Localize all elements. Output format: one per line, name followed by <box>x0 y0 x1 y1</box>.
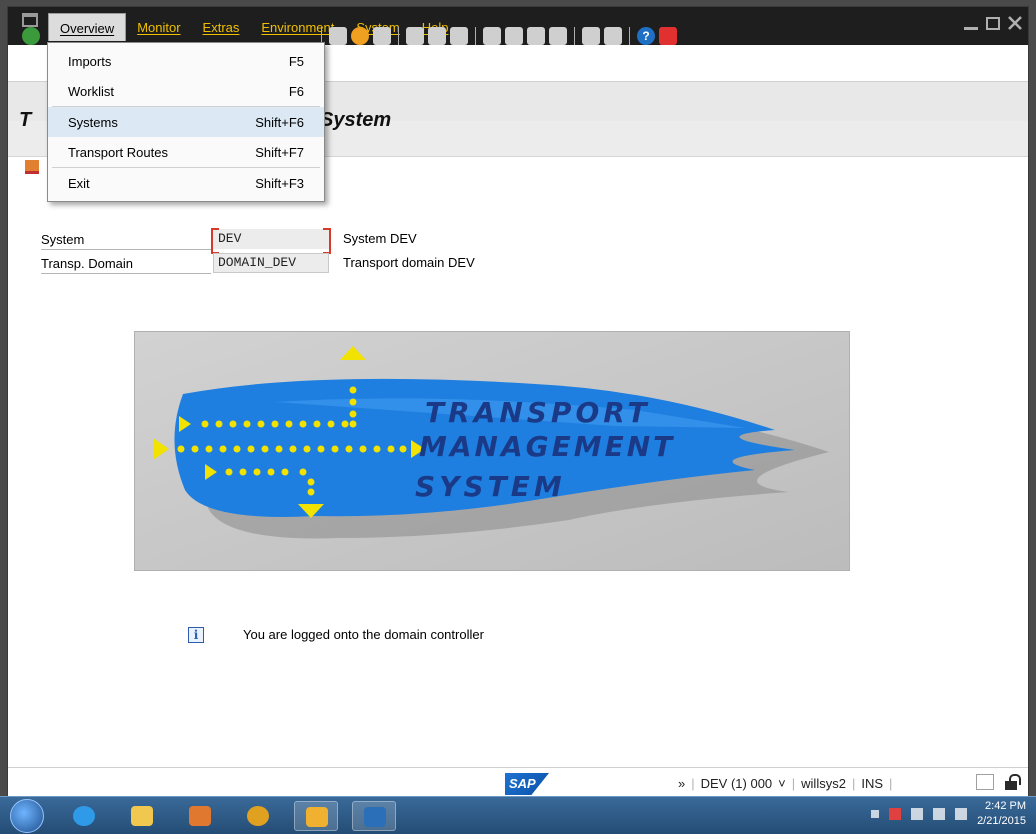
restore-icon[interactable] <box>986 15 1000 31</box>
session-dropdown-icon[interactable]: ˅ <box>778 776 786 791</box>
tray-flag-icon[interactable] <box>889 808 902 820</box>
print-icon[interactable] <box>406 27 424 45</box>
domain-row: Transp. Domain DOMAIN_DEV Transport doma… <box>41 253 501 275</box>
layout-icon[interactable] <box>976 774 994 790</box>
tray-signal-icon[interactable] <box>933 808 946 820</box>
tms-graphic: TRANSPORT MANAGEMENT SYSTEM <box>135 332 849 570</box>
banner-line1: TRANSPORT <box>425 396 651 429</box>
input-mode[interactable]: INS <box>861 776 883 791</box>
overview-menu: Imports F5 Worklist F6 Systems Shift+F6 … <box>47 42 325 202</box>
tray-volume-icon[interactable] <box>955 808 968 820</box>
transport-icon[interactable] <box>25 160 39 174</box>
lock-icon[interactable] <box>1004 774 1021 790</box>
tray-arrow-icon[interactable] <box>871 810 880 818</box>
clock-date: 2/21/2015 <box>977 815 1026 827</box>
enter-icon[interactable] <box>22 27 40 45</box>
banner-line3: SYSTEM <box>415 470 566 503</box>
info-icon: i <box>188 627 204 643</box>
menu-monitor[interactable]: Monitor <box>126 13 191 41</box>
exit-icon[interactable] <box>351 27 369 45</box>
minimize-icon[interactable] <box>964 15 978 31</box>
start-button[interactable] <box>10 799 44 833</box>
domain-field[interactable]: DOMAIN_DEV <box>213 253 329 273</box>
taskbar-ie[interactable] <box>62 801 106 831</box>
status-bar: SAP » | DEV (1) 000 ˅ | willsys2 | INS | <box>8 767 1028 797</box>
domain-description: Transport domain DEV <box>343 255 475 270</box>
system-label: System <box>41 232 211 250</box>
system-info: » | DEV (1) 000 ˅ | willsys2 | INS | <box>678 776 893 791</box>
system-description: System DEV <box>343 231 417 246</box>
last-page-icon[interactable] <box>549 27 567 45</box>
toolbar-icons: ? <box>318 27 677 45</box>
windows-taskbar: 2:42 PM 2/21/2015 <box>0 796 1036 834</box>
menu-item-worklist[interactable]: Worklist F6 <box>48 76 324 106</box>
app-menu-icon[interactable] <box>22 13 38 27</box>
taskbar-sap-logon[interactable] <box>294 801 338 831</box>
system-tray: 2:42 PM 2/21/2015 <box>871 799 1026 829</box>
menu-extras[interactable]: Extras <box>192 13 251 41</box>
banner-line2: MANAGEMENT <box>419 430 675 463</box>
taskbar-outlook[interactable] <box>178 801 222 831</box>
info-message: You are logged onto the domain controlle… <box>243 627 484 642</box>
find-icon[interactable] <box>428 27 446 45</box>
title-prefix: T <box>19 109 32 131</box>
help-icon[interactable]: ? <box>637 27 655 45</box>
taskbar-sap-gui[interactable] <box>352 801 396 831</box>
clock-time: 2:42 PM <box>985 800 1026 812</box>
cancel-icon[interactable] <box>373 27 391 45</box>
tms-banner-image: TRANSPORT MANAGEMENT SYSTEM <box>134 331 850 571</box>
find-next-icon[interactable] <box>450 27 468 45</box>
customize-layout-icon[interactable] <box>659 27 677 45</box>
close-icon[interactable] <box>1008 15 1022 31</box>
taskbar-chrome[interactable] <box>236 801 280 831</box>
menu-overview[interactable]: Overview <box>48 13 127 41</box>
menu-item-exit[interactable]: Exit Shift+F3 <box>48 168 324 198</box>
next-page-icon[interactable] <box>527 27 545 45</box>
taskbar-clock[interactable]: 2:42 PM 2/21/2015 <box>977 799 1026 829</box>
tray-network-icon[interactable] <box>911 808 924 820</box>
menu-item-imports[interactable]: Imports F5 <box>48 46 324 76</box>
page-title: System <box>320 109 392 131</box>
previous-page-icon[interactable] <box>505 27 523 45</box>
status-icons <box>976 774 1021 790</box>
new-session-icon[interactable] <box>582 27 600 45</box>
host-name: willsys2 <box>801 776 846 791</box>
system-field[interactable]: DEV <box>211 228 331 254</box>
first-page-icon[interactable] <box>483 27 501 45</box>
domain-label: Transp. Domain <box>41 256 211 274</box>
menu-item-transport-routes[interactable]: Transport Routes Shift+F7 <box>48 137 324 167</box>
system-row: System DEV System DEV <box>41 228 501 254</box>
status-expand-icon[interactable]: » <box>678 776 685 791</box>
shortcut-icon[interactable] <box>604 27 622 45</box>
back-icon[interactable] <box>329 27 347 45</box>
session-info: DEV (1) 000 <box>700 776 773 791</box>
menu-item-systems[interactable]: Systems Shift+F6 <box>48 107 324 137</box>
sap-logo: SAP <box>505 773 549 795</box>
taskbar-explorer[interactable] <box>120 801 164 831</box>
window-controls <box>964 15 1022 31</box>
